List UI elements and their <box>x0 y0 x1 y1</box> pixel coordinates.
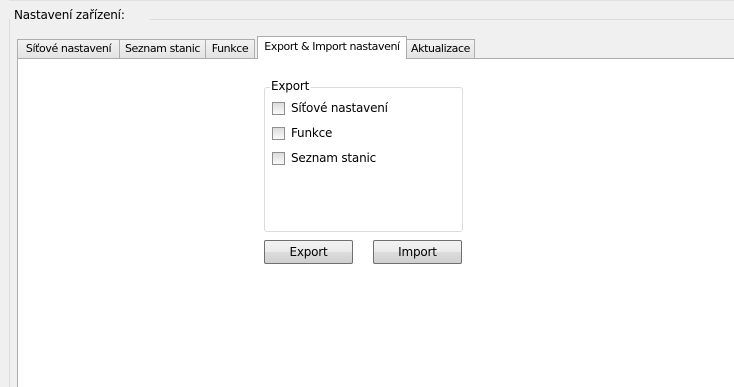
tab-export-import[interactable]: Export & Import nastavení <box>257 36 407 59</box>
export-option-network-settings[interactable]: Síťové nastavení <box>272 100 388 116</box>
functions-label: Funkce <box>291 126 333 140</box>
tab-network-settings[interactable]: Síťové nastavení <box>17 39 120 58</box>
group-left-border <box>9 19 10 387</box>
functions-checkbox[interactable] <box>272 126 285 140</box>
export-option-functions[interactable]: Funkce <box>272 125 332 141</box>
device-settings-window: Nastavení zařízení: Síťové nastavení Sez… <box>0 0 734 387</box>
tab-update[interactable]: Aktualizace <box>406 39 475 58</box>
station-list-label: Seznam stanic <box>291 151 377 165</box>
settings-group-title: Nastavení zařízení: <box>14 8 125 22</box>
tab-station-list[interactable]: Seznam stanic <box>119 39 206 58</box>
group-title-rule <box>150 19 734 20</box>
export-option-station-list[interactable]: Seznam stanic <box>272 150 376 166</box>
export-button[interactable]: Export <box>264 240 353 264</box>
export-groupbox-legend: Export <box>270 79 312 93</box>
network-settings-label: Síťové nastavení <box>291 101 388 115</box>
import-button[interactable]: Import <box>373 240 462 264</box>
tab-functions[interactable]: Funkce <box>205 39 255 58</box>
top-divider <box>9 0 734 1</box>
station-list-checkbox[interactable] <box>272 151 285 165</box>
network-settings-checkbox[interactable] <box>272 101 285 115</box>
